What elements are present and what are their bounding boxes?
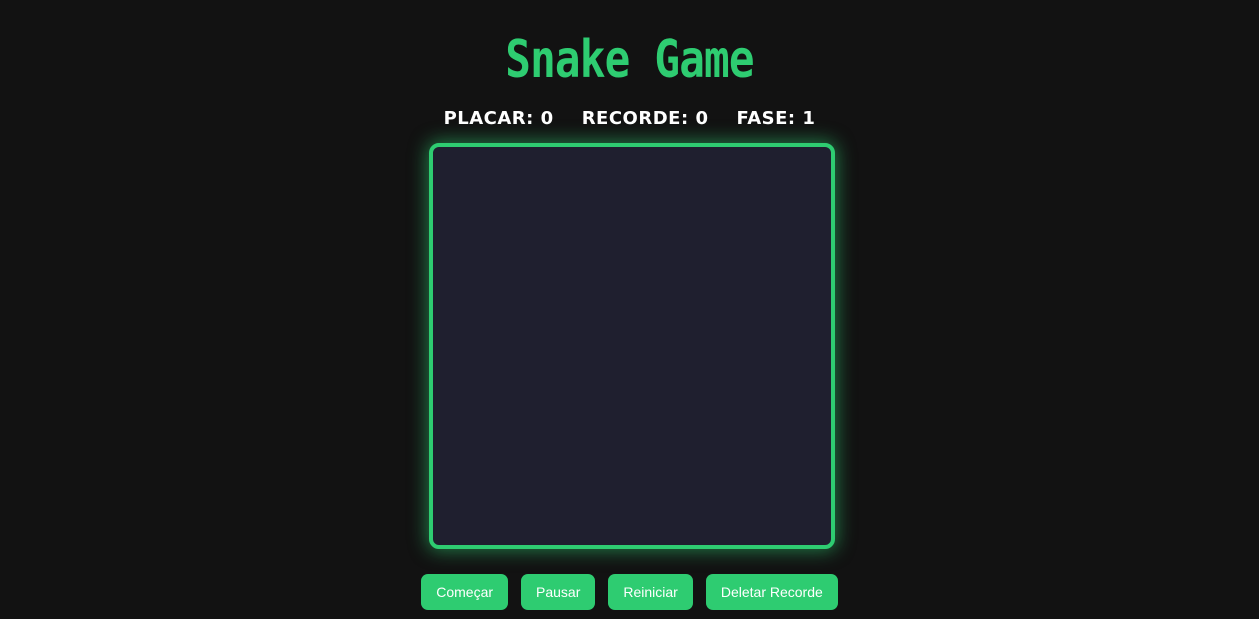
score-display: PLACAR: 0 <box>444 106 554 132</box>
controls-bar: Começar Pausar Reiniciar Deletar Recorde <box>0 574 1259 610</box>
restart-button[interactable]: Reiniciar <box>608 574 693 610</box>
record-display: RECORDE: 0 <box>582 106 709 132</box>
level-display: FASE: 1 <box>736 106 815 132</box>
level-label: FASE: <box>736 108 796 129</box>
record-label: RECORDE: <box>581 108 689 129</box>
delete-record-button[interactable]: Deletar Recorde <box>705 574 838 610</box>
game-title: Snake Game <box>505 30 754 90</box>
score-label: PLACAR: <box>443 108 534 129</box>
start-button[interactable]: Começar <box>421 574 509 610</box>
pause-button[interactable]: Pausar <box>521 574 596 610</box>
game-board[interactable] <box>429 143 835 549</box>
record-value: 0 <box>695 108 709 129</box>
score-value: 0 <box>540 108 554 129</box>
stats-bar: PLACAR: 0 RECORDE: 0 FASE: 1 <box>0 106 1259 132</box>
level-value: 1 <box>802 108 816 129</box>
